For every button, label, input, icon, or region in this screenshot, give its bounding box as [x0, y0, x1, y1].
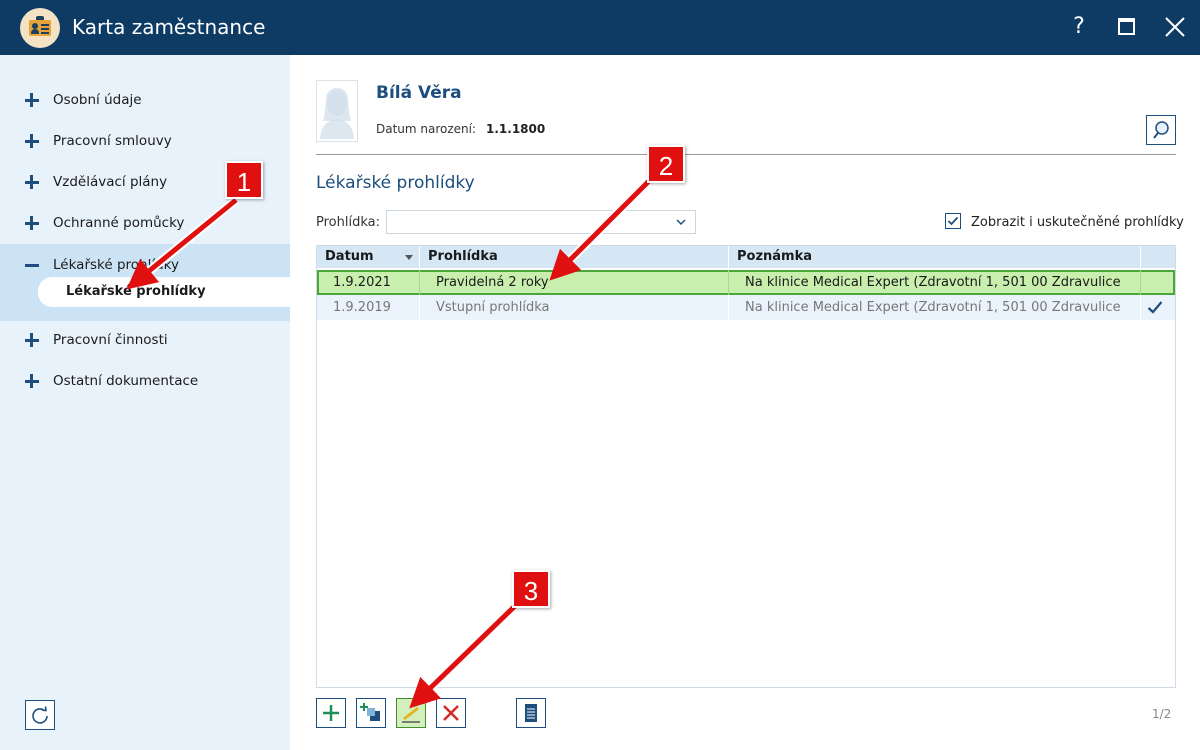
edit-icon — [402, 706, 420, 723]
person-silhouette-icon — [320, 88, 354, 139]
close-button[interactable] — [1162, 14, 1188, 40]
delete-icon — [443, 705, 459, 721]
employee-card-icon — [20, 8, 60, 48]
pager: 1/2 — [1152, 707, 1172, 721]
sidebar-item-label: Pracovní činnosti — [53, 332, 168, 348]
exam-filter-label: Prohlídka: — [316, 215, 380, 230]
main-panel: Bílá Věra Datum narození: 1.1.1800 Lékař… — [290, 55, 1200, 750]
expand-icon — [25, 333, 39, 347]
delete-button[interactable] — [436, 698, 466, 728]
sidebar-item-personal-data[interactable]: Osobní údaje — [0, 81, 290, 121]
column-header-label: Poznámka — [737, 249, 813, 264]
help-button[interactable]: ? — [1066, 14, 1092, 40]
column-header-date[interactable]: Datum — [317, 246, 420, 268]
completed-check-icon — [1147, 301, 1163, 314]
expand-icon — [25, 134, 39, 148]
column-header-note[interactable]: Poznámka — [729, 246, 1141, 268]
cell-note: Na klinice Medical Expert (Zdravotní 1, … — [729, 270, 1141, 295]
callout-3: 3 — [512, 570, 550, 608]
checkmark-icon — [947, 216, 959, 226]
sidebar: Osobní údaje Pracovní smlouvy Vzdělávací… — [0, 55, 290, 750]
add-button[interactable] — [316, 698, 346, 728]
search-button[interactable] — [1146, 115, 1176, 145]
callout-2: 2 — [647, 145, 685, 183]
sidebar-item-label: Vzdělávací plány — [53, 174, 168, 190]
table-row[interactable]: 1.9.2019 Vstupní prohlídka Na klinice Me… — [317, 295, 1175, 320]
show-completed-label: Zobrazit i uskutečněné prohlídky — [971, 215, 1184, 230]
refresh-button[interactable] — [25, 700, 55, 730]
cell-date: 1.9.2021 — [317, 270, 420, 295]
cell-note: Na klinice Medical Expert (Zdravotní 1, … — [729, 295, 1141, 320]
employee-photo — [316, 80, 358, 142]
column-header-label: Datum — [325, 249, 374, 264]
maximize-icon — [1118, 18, 1135, 35]
copy-add-button[interactable] — [356, 698, 386, 728]
sidebar-item-label: Lékařské prohlídky — [53, 257, 179, 273]
collapse-icon — [25, 258, 39, 272]
callout-1: 1 — [225, 161, 263, 199]
grid-header: Datum Prohlídka Poznámka — [317, 246, 1175, 268]
sidebar-item-label: Osobní údaje — [53, 92, 142, 108]
document-icon — [525, 704, 537, 722]
sidebar-item-other-documents[interactable]: Ostatní dokumentace — [0, 362, 290, 402]
birth-date-value: 1.1.1800 — [486, 122, 546, 136]
sidebar-item-label: Ostatní dokumentace — [53, 373, 199, 389]
refresh-icon — [32, 706, 48, 724]
column-header-status — [1141, 246, 1175, 268]
expand-icon — [25, 93, 39, 107]
sidebar-item-label: Pracovní smlouvy — [53, 133, 172, 149]
sidebar-subitem-label: Lékařské prohlídky — [66, 284, 206, 299]
sidebar-item-medical-exams[interactable]: Lékařské prohlídky Lékařské prohlídky — [0, 244, 290, 321]
expand-icon — [25, 175, 39, 189]
sidebar-item-work-activities[interactable]: Pracovní činnosti — [0, 321, 290, 361]
maximize-button[interactable] — [1114, 14, 1140, 40]
expand-icon — [25, 374, 39, 388]
magnifier-icon — [1153, 121, 1169, 139]
sidebar-subitem-medical-exams[interactable]: Lékařské prohlídky — [38, 277, 290, 307]
divider — [316, 154, 1176, 155]
exams-grid: Datum Prohlídka Poznámka 1.9.2021 Pravid… — [316, 245, 1176, 688]
sidebar-item-label: Ochranné pomůcky — [53, 215, 185, 231]
window-title: Karta zaměstnance — [72, 15, 266, 39]
cell-exam: Vstupní prohlídka — [420, 295, 729, 320]
title-bar: Karta zaměstnance ? — [0, 0, 1200, 55]
employee-name: Bílá Věra — [376, 83, 462, 103]
close-icon — [1165, 17, 1185, 37]
cell-date: 1.9.2019 — [317, 295, 420, 320]
show-completed-checkbox[interactable] — [945, 213, 961, 229]
document-button[interactable] — [516, 698, 546, 728]
sort-desc-icon — [405, 255, 413, 260]
expand-icon — [25, 216, 39, 230]
sidebar-item-protective-equipment[interactable]: Ochranné pomůcky — [0, 204, 290, 244]
copy-add-icon — [360, 703, 380, 721]
chevron-down-icon — [676, 219, 686, 226]
birth-date-label: Datum narození: — [376, 122, 477, 136]
section-title: Lékařské prohlídky — [316, 173, 475, 193]
sidebar-item-contracts[interactable]: Pracovní smlouvy — [0, 122, 290, 162]
add-icon — [323, 705, 339, 721]
exam-filter-select[interactable] — [386, 210, 696, 234]
column-header-exam[interactable]: Prohlídka — [420, 246, 729, 268]
edit-button[interactable] — [396, 698, 426, 728]
column-header-label: Prohlídka — [428, 249, 498, 264]
table-row[interactable]: 1.9.2021 Pravidelná 2 roky Na klinice Me… — [317, 270, 1175, 295]
cell-exam: Pravidelná 2 roky — [420, 270, 729, 295]
